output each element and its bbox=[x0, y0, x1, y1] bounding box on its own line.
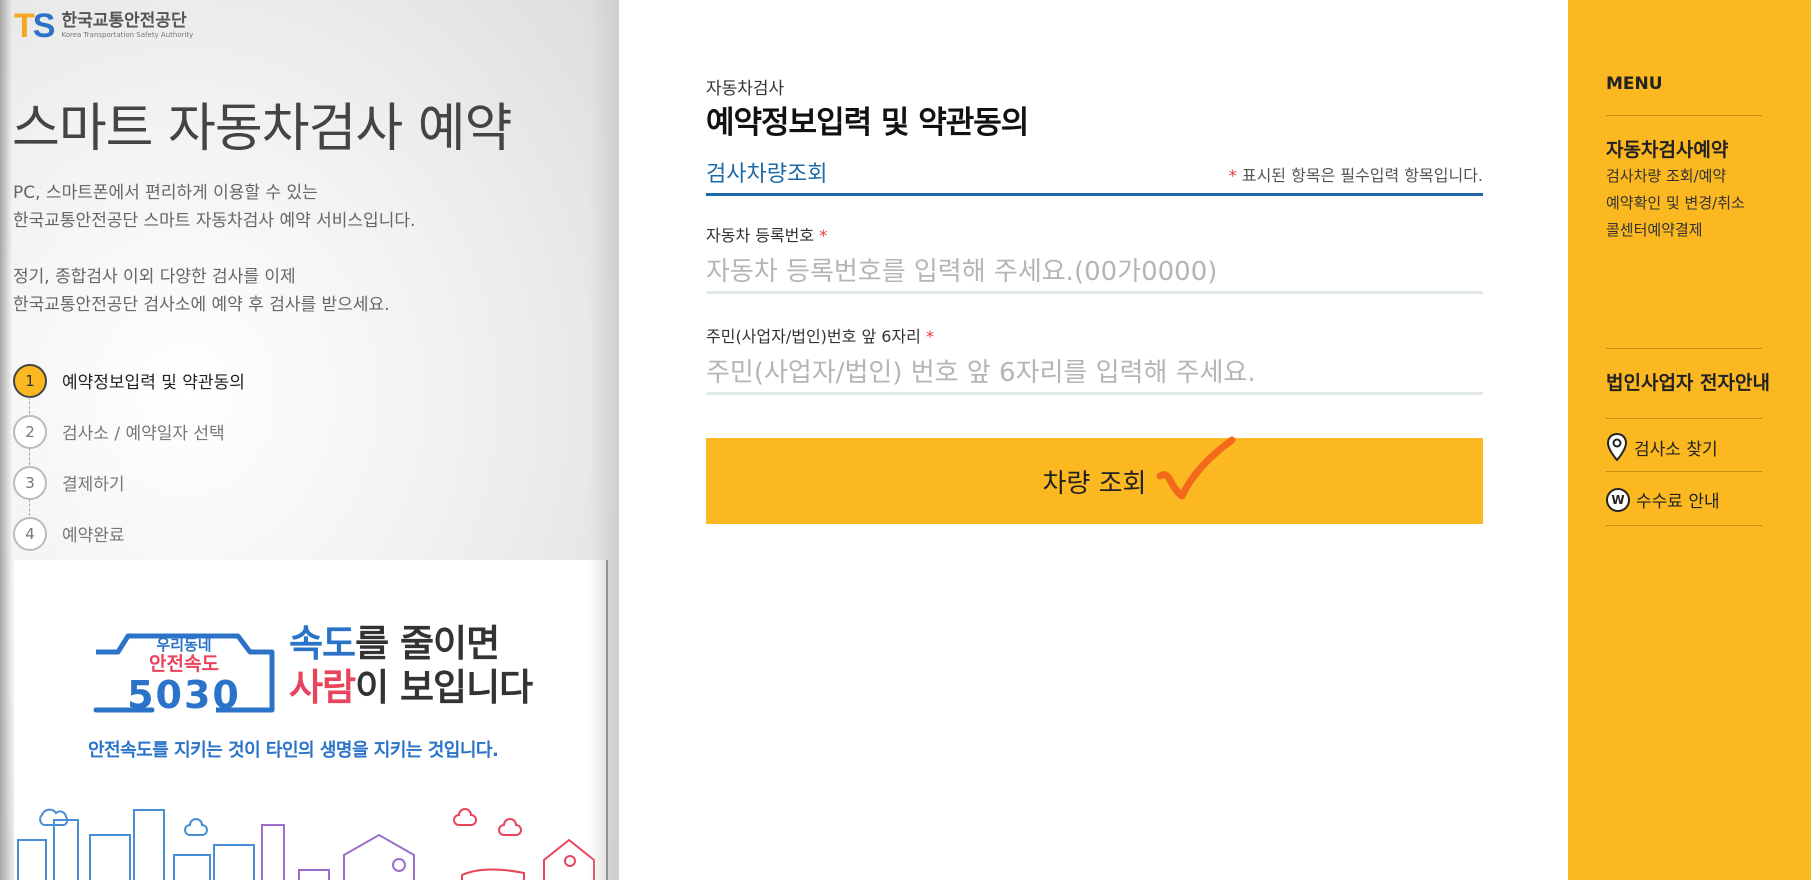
resident-number-label: 주민(사업자/법인)번호 앞 6자리 * bbox=[706, 327, 934, 346]
location-pin-icon bbox=[1606, 432, 1628, 462]
banner-subtext: 안전속도를 지키는 것이 타인의 생명을 지키는 것입니다. bbox=[88, 740, 499, 761]
page-supertitle: 자동차검사 bbox=[706, 79, 785, 99]
divider bbox=[1606, 471, 1762, 472]
step-number: 2 bbox=[13, 414, 47, 449]
menu-group-inspection: 자동차검사예약 검사차량 조회/예약 예약확인 및 변경/취소 콜센터예약결제 bbox=[1606, 137, 1745, 244]
hero-title: 스마트 자동차검사 예약 bbox=[12, 99, 512, 159]
step-4: 4 예약완료 bbox=[13, 508, 245, 559]
banner-headline: 속도를 줄이면 사람이 보입니다 bbox=[289, 622, 533, 709]
reservation-form-area: 자동차검사 예약정보입력 및 약관동의 검사차량조회 * 표시된 항목은 필수입… bbox=[619, 0, 1568, 880]
safety-speed-banner[interactable]: 우리동네 안전속도 5030 속도를 줄이면 사람이 보입니다 안전속도를 지키… bbox=[14, 560, 608, 880]
step-label: 검사소 / 예약일자 선택 bbox=[62, 424, 225, 444]
divider bbox=[1606, 525, 1762, 526]
step-number: 1 bbox=[13, 363, 47, 398]
fee-info-label: 수수료 안내 bbox=[1636, 492, 1720, 512]
section-header: 검사차량조회 * 표시된 항목은 필수입력 항목입니다. bbox=[706, 152, 1483, 196]
resident-number-input[interactable] bbox=[706, 353, 1483, 395]
step-3: 3 결제하기 bbox=[13, 457, 245, 516]
won-currency-icon: W bbox=[1606, 487, 1630, 512]
car-number-label: 자동차 등록번호 * bbox=[706, 226, 828, 245]
right-menu-sidebar: MENU 자동차검사예약 검사차량 조회/예약 예약확인 및 변경/취소 콜센터… bbox=[1568, 0, 1811, 880]
intro-description: PC, 스마트폰에서 편리하게 이용할 수 있는 한국교통안전공단 스마트 자동차… bbox=[13, 183, 416, 315]
step-label: 예약정보입력 및 약관동의 bbox=[62, 373, 245, 393]
svg-text:5030: 5030 bbox=[127, 673, 241, 716]
menu-link-callcenter-payment[interactable]: 콜센터예약결제 bbox=[1606, 217, 1745, 244]
vehicle-lookup-button[interactable]: 차량 조회 bbox=[706, 438, 1483, 524]
find-station-label: 검사소 찾기 bbox=[1634, 439, 1718, 460]
divider bbox=[1606, 348, 1762, 349]
corporate-e-notice-link[interactable]: 법인사업자 전자안내 bbox=[1606, 368, 1770, 395]
menu-link-confirm-change[interactable]: 예약확인 및 변경/취소 bbox=[1606, 190, 1745, 217]
menu-link-lookup-reserve[interactable]: 검사차량 조회/예약 bbox=[1606, 163, 1745, 190]
left-intro-panel: TS 한국교통안전공단 Korea Transportation Safety … bbox=[0, 0, 619, 880]
svg-text:안전속도: 안전속도 bbox=[149, 653, 219, 675]
svg-text:우리동네: 우리동네 bbox=[156, 636, 211, 654]
divider bbox=[1606, 115, 1762, 116]
checkmark-icon bbox=[1156, 436, 1236, 500]
car-number-field: 자동차 등록번호 * bbox=[706, 222, 1483, 294]
city-skyline-illustration bbox=[17, 808, 595, 880]
divider bbox=[1606, 418, 1762, 419]
resident-number-field: 주민(사업자/법인)번호 앞 6자리 * bbox=[706, 323, 1483, 395]
progress-steps: 1 예약정보입력 및 약관동의 2 검사소 / 예약일자 선택 3 결제하기 4… bbox=[13, 355, 245, 559]
step-label: 결제하기 bbox=[62, 475, 125, 495]
car-number-input[interactable] bbox=[706, 252, 1483, 294]
step-number: 4 bbox=[13, 516, 47, 551]
tab-vehicle-lookup[interactable]: 검사차량조회 bbox=[706, 156, 827, 188]
step-number: 3 bbox=[13, 465, 47, 500]
step-1: 1 예약정보입력 및 약관동의 bbox=[13, 355, 245, 414]
page-title: 예약정보입력 및 약관동의 bbox=[706, 105, 1029, 141]
org-name-ko: 한국교통안전공단 bbox=[61, 11, 187, 31]
required-note: * 표시된 항목은 필수입력 항목입니다. bbox=[1228, 166, 1483, 185]
step-label: 예약완료 bbox=[62, 526, 125, 546]
fee-info-link[interactable]: W 수수료 안내 bbox=[1606, 487, 1720, 512]
ts-logo[interactable]: TS 한국교통안전공단 Korea Transportation Safety … bbox=[14, 9, 193, 43]
step-2: 2 검사소 / 예약일자 선택 bbox=[13, 406, 245, 465]
menu-title: MENU bbox=[1606, 74, 1663, 94]
menu-group-head[interactable]: 자동차검사예약 bbox=[1606, 137, 1745, 163]
find-station-link[interactable]: 검사소 찾기 bbox=[1606, 432, 1718, 462]
ts-logo-mark: TS bbox=[14, 7, 55, 45]
safety-speed-5030-badge: 우리동네 안전속도 5030 bbox=[93, 633, 275, 716]
org-name-en: Korea Transportation Safety Authority bbox=[61, 31, 194, 39]
